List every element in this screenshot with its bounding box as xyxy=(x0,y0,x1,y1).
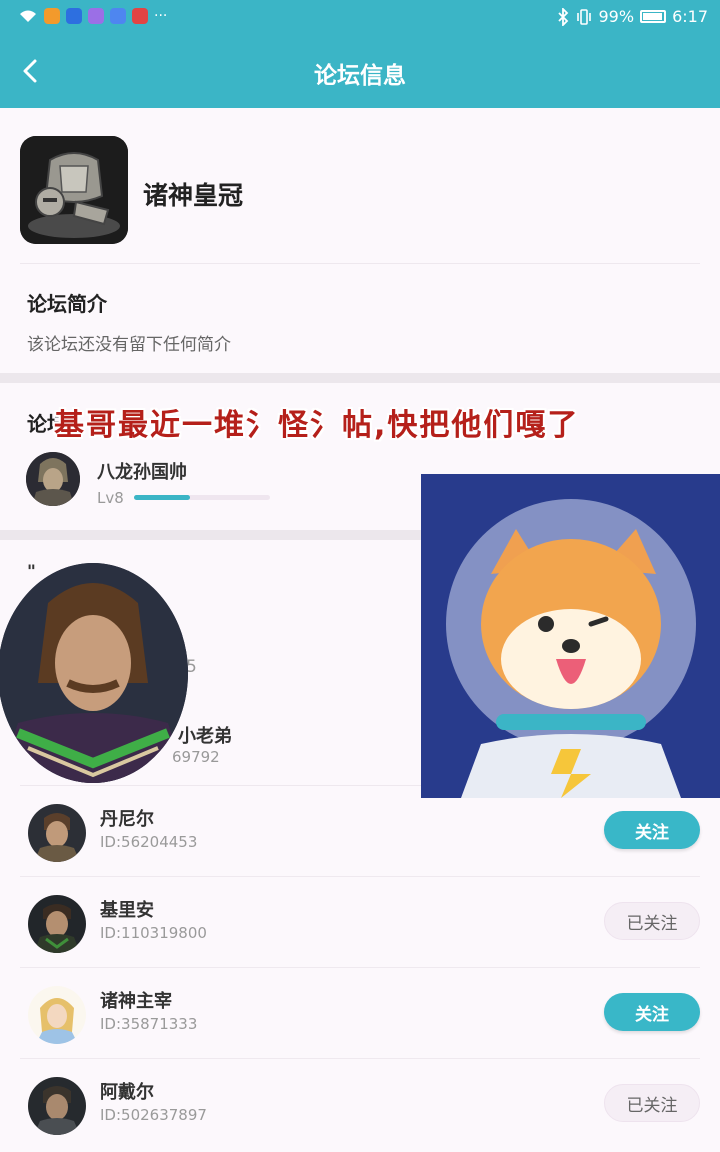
battery-icon xyxy=(640,10,667,23)
status-icons-left: ··· xyxy=(18,8,167,24)
level-progress-fill xyxy=(134,495,190,500)
divider xyxy=(20,967,700,968)
bluetooth-icon xyxy=(557,7,568,26)
vibrate-icon xyxy=(576,8,591,25)
streamer-avatar-overlay xyxy=(0,563,188,783)
member-avatar[interactable] xyxy=(28,1077,86,1135)
heroine-portrait-icon xyxy=(28,986,86,1044)
shiba-astronaut-icon xyxy=(421,474,720,798)
divider xyxy=(20,876,700,877)
moderator-avatar[interactable] xyxy=(26,452,80,506)
intro-title: 论坛简介 xyxy=(27,292,107,316)
member-row[interactable]: 丹尼尔 ID:56204453 关注 xyxy=(20,787,700,877)
status-icons-right: 99% 6:17 xyxy=(557,7,708,26)
follow-button[interactable]: 关注 xyxy=(604,993,700,1031)
member-id: ID:502637897 xyxy=(100,1106,207,1124)
status-bar: ··· 99% 6:17 xyxy=(0,0,720,36)
members-section-title-fragment: " xyxy=(27,562,36,582)
member-id: ID:56204453 xyxy=(100,833,198,851)
level-progress-bar xyxy=(134,495,270,500)
forum-icon xyxy=(20,136,128,244)
knight-portrait-icon xyxy=(28,804,86,862)
clock: 6:17 xyxy=(672,7,708,26)
section-separator xyxy=(0,373,720,383)
member-row[interactable]: 阿戴尔 ID:502637897 已关注 xyxy=(20,1060,700,1150)
mail-app-icon xyxy=(132,8,148,24)
member-avatar[interactable] xyxy=(28,804,86,862)
title-bar: 论坛信息 xyxy=(0,36,720,108)
music-app-icon xyxy=(88,8,104,24)
bulb-app-icon xyxy=(66,8,82,24)
more-notifications: ··· xyxy=(154,8,168,24)
armor-icon xyxy=(20,136,128,244)
follow-button[interactable]: 关注 xyxy=(604,811,700,849)
moderator-name[interactable]: 八龙孙国帅 xyxy=(97,458,187,484)
member-avatar[interactable] xyxy=(28,895,86,953)
mascot-overlay xyxy=(421,474,720,798)
divider xyxy=(20,1058,700,1059)
lord-portrait-icon xyxy=(28,895,86,953)
ranger-portrait-icon xyxy=(28,1077,86,1135)
member-name[interactable]: 诸神主宰 xyxy=(100,987,172,1013)
divider xyxy=(20,263,700,264)
member-name[interactable]: 基里安 xyxy=(100,896,154,922)
video-app-icon xyxy=(44,8,60,24)
member-name[interactable]: 阿戴尔 xyxy=(100,1078,154,1104)
member-name-fragment[interactable]: 小老弟 xyxy=(178,722,232,748)
browser-app-icon xyxy=(110,8,126,24)
member-row[interactable]: 诸神主宰 ID:35871333 关注 xyxy=(20,969,700,1059)
member-id: ID:110319800 xyxy=(100,924,207,942)
forum-name: 诸神皇冠 xyxy=(143,181,244,210)
followed-button[interactable]: 已关注 xyxy=(604,902,700,940)
member-row[interactable]: 基里安 ID:110319800 已关注 xyxy=(20,878,700,968)
battery-percent: 99% xyxy=(598,7,635,26)
followed-button[interactable]: 已关注 xyxy=(604,1084,700,1122)
warrior-portrait-icon xyxy=(26,452,80,506)
video-caption-overlay: 基哥最近一堆氵怪氵帖,快把他们嘎了 xyxy=(54,408,580,443)
member-id: ID:35871333 xyxy=(100,1015,198,1033)
intro-text: 该论坛还没有留下任何简介 xyxy=(27,335,231,355)
page-title: 论坛信息 xyxy=(314,63,406,89)
member-name[interactable]: 丹尼尔 xyxy=(100,805,154,831)
wifi-icon xyxy=(20,10,36,22)
moderator-level: Lv8 xyxy=(97,489,124,507)
bearded-warrior-portrait-icon xyxy=(0,563,188,783)
member-avatar[interactable] xyxy=(28,986,86,1044)
member-id-fragment-2: 69792 xyxy=(172,748,220,766)
